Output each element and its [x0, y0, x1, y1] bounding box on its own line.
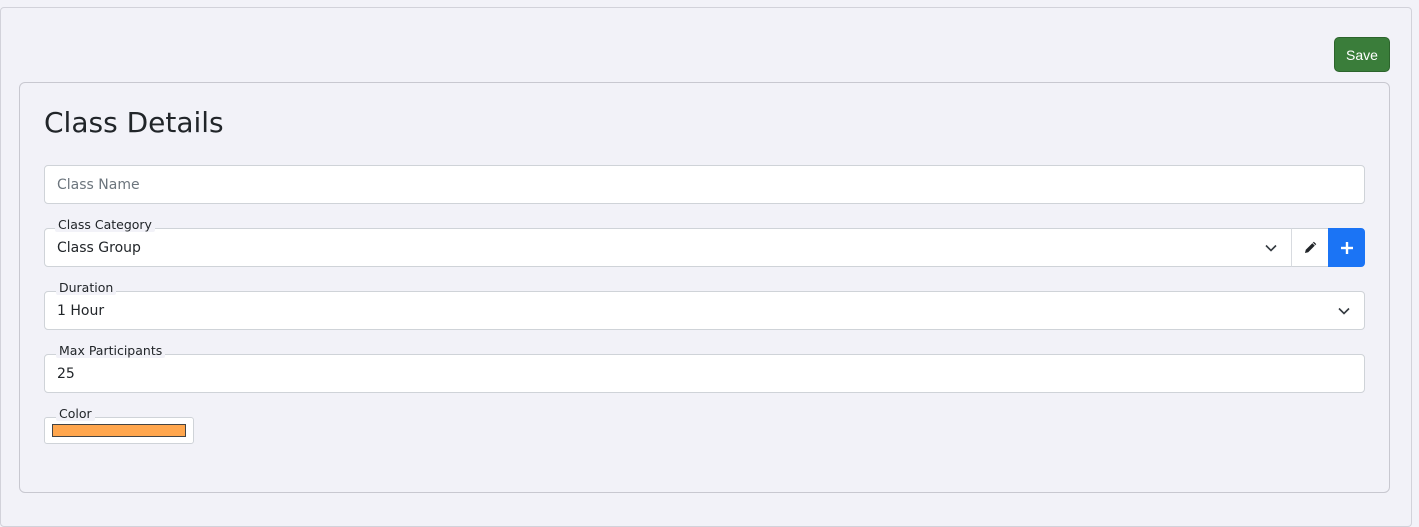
- chevron-down-icon: [1265, 244, 1277, 252]
- duration-label: Duration: [56, 281, 117, 295]
- duration-value: 1 Hour: [57, 302, 105, 319]
- page-title: Class Details: [44, 106, 224, 139]
- color-swatch: [52, 424, 186, 437]
- class-category-select[interactable]: Class Group: [44, 228, 1292, 267]
- color-label: Color: [56, 407, 95, 421]
- max-participants-label: Max Participants: [56, 344, 166, 358]
- pencil-icon: [1304, 241, 1316, 254]
- class-category-value: Class Group: [57, 239, 141, 256]
- edit-category-button[interactable]: [1291, 228, 1329, 267]
- color-picker[interactable]: [44, 417, 194, 444]
- save-button[interactable]: Save: [1334, 37, 1390, 72]
- duration-select[interactable]: 1 Hour: [44, 291, 1365, 330]
- chevron-down-icon: [1338, 307, 1350, 315]
- class-name-field[interactable]: [44, 165, 1365, 204]
- plus-icon: [1340, 241, 1353, 254]
- add-category-button[interactable]: [1328, 228, 1365, 267]
- class-name-input[interactable]: [45, 166, 1364, 203]
- max-participants-field[interactable]: [44, 354, 1365, 393]
- max-participants-input[interactable]: [45, 355, 1364, 392]
- class-details-card: [19, 82, 1390, 493]
- class-category-label: Class Category: [55, 218, 155, 232]
